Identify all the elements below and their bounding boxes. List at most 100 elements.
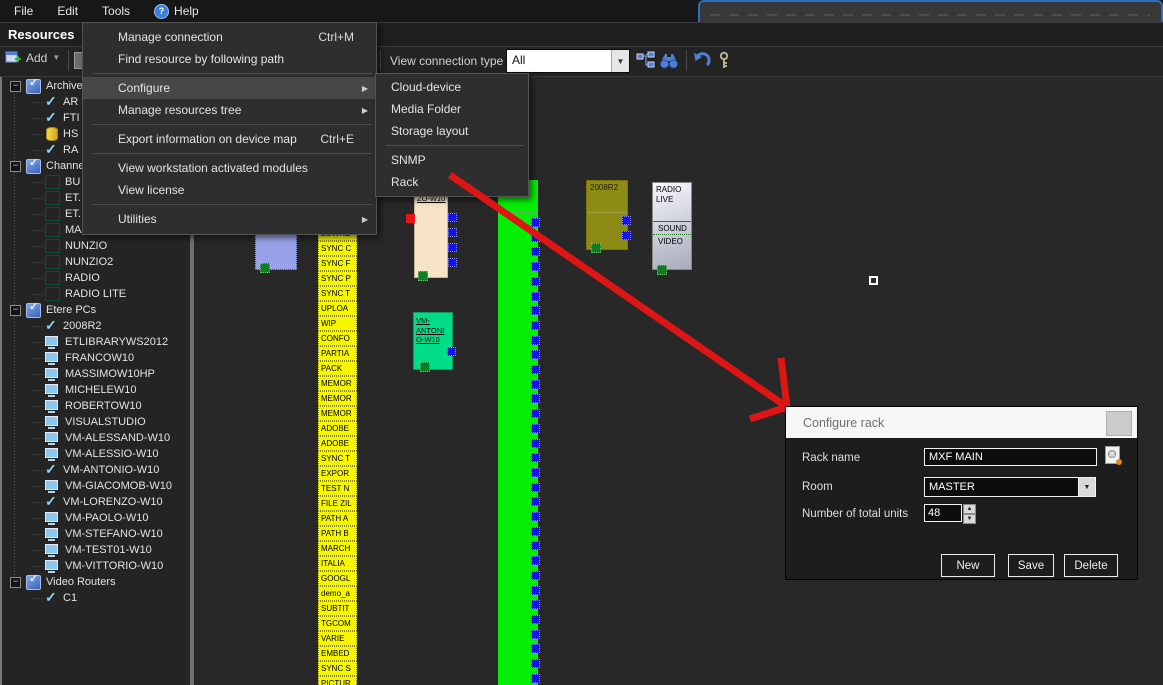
port-blue-square[interactable]	[531, 350, 540, 359]
menu-tools[interactable]: Tools	[90, 4, 142, 18]
units-stepper[interactable]: 48	[924, 504, 962, 522]
port-blue-square[interactable]	[448, 213, 457, 222]
tree-item-vm-lorenzo-w10[interactable]: VM-LORENZO-W10	[2, 494, 188, 510]
port-blue-square[interactable]	[531, 336, 540, 345]
menu-item-cloud-device[interactable]: Cloud-device	[376, 76, 528, 98]
process-box-embed[interactable]: EMBED	[318, 646, 357, 661]
add-button[interactable]: Add ▼	[5, 50, 60, 65]
room-select[interactable]: MASTER ▼	[924, 477, 1096, 497]
tree-item-vm-test01-w10[interactable]: VM-TEST01-W10	[2, 542, 188, 558]
binoculars-icon[interactable]	[659, 51, 679, 71]
save-button[interactable]: Save	[1008, 554, 1054, 577]
menu-item-configure[interactable]: Configure▶	[83, 77, 376, 99]
menu-item-find-resource-by-following-path[interactable]: Find resource by following path	[83, 48, 376, 70]
port-blue-square[interactable]	[531, 571, 540, 580]
port-blue-square[interactable]	[531, 247, 540, 256]
tree-item-vm-paolo-w10[interactable]: VM-PAOLO-W10	[2, 510, 188, 526]
tree-item-etere-pcs[interactable]: −Etere PCs	[2, 302, 188, 318]
port-blue-square[interactable]	[531, 586, 540, 595]
port-blue-square[interactable]	[448, 228, 457, 237]
process-box-path-a[interactable]: PATH A	[318, 511, 357, 526]
tree-item-video-routers[interactable]: −Video Routers	[2, 574, 188, 590]
menu-help[interactable]: ? Help	[142, 4, 211, 19]
process-box-expor[interactable]: EXPOR	[318, 466, 357, 481]
port-blue-square[interactable]	[531, 541, 540, 550]
process-box-sync-s[interactable]: SYNC S	[318, 661, 357, 676]
port-blue-square[interactable]	[531, 630, 540, 639]
expander-icon[interactable]: −	[10, 305, 21, 316]
process-box-sync-p[interactable]: SYNC P	[318, 271, 357, 286]
process-box-sync-t[interactable]: SYNC T	[318, 286, 357, 301]
process-box-subtit[interactable]: SUBTIT	[318, 601, 357, 616]
process-box-sync-c[interactable]: SYNC C	[318, 241, 357, 256]
port-blue-square[interactable]	[531, 600, 540, 609]
port-blue-square[interactable]	[531, 674, 540, 683]
process-box-wip[interactable]: WIP	[318, 316, 357, 331]
port-blue-square[interactable]	[531, 218, 540, 227]
port-blue-square[interactable]	[531, 497, 540, 506]
port-blue-square[interactable]	[448, 243, 457, 252]
port-blue-square[interactable]	[622, 231, 631, 240]
port-blue-square[interactable]	[531, 380, 540, 389]
tree-item-vm-alessand-w10[interactable]: VM-ALESSAND-W10	[2, 430, 188, 446]
tree-item-robertow10[interactable]: ROBERTOW10	[2, 398, 188, 414]
process-box-confo[interactable]: CONFO	[318, 331, 357, 346]
process-box-tgcom[interactable]: TGCOM	[318, 616, 357, 631]
process-box-uploa[interactable]: UPLOA	[318, 301, 357, 316]
tree-item-vm-stefano-w10[interactable]: VM-STEFANO-W10	[2, 526, 188, 542]
browse-icon[interactable]	[1105, 446, 1120, 464]
process-box-adobe[interactable]: ADOBE	[318, 421, 357, 436]
expander-icon[interactable]: −	[10, 161, 21, 172]
process-box-italia[interactable]: ITALIA	[318, 556, 357, 571]
tree-item-c1[interactable]: C1	[2, 590, 188, 606]
port-blue-square[interactable]	[531, 424, 540, 433]
port-blue-square[interactable]	[531, 262, 540, 271]
rack-name-input[interactable]: MXF MAIN	[924, 448, 1097, 466]
port-green-square[interactable]	[420, 362, 430, 372]
tree-item-radio[interactable]: RADIO	[2, 270, 188, 286]
process-box-sync-t[interactable]: SYNC T	[318, 451, 357, 466]
menu-item-manage-connection[interactable]: Manage connectionCtrl+M	[83, 26, 376, 48]
menu-item-view-workstation-activated-modules[interactable]: View workstation activated modules	[83, 157, 376, 179]
process-box-varie[interactable]: VARIE	[318, 631, 357, 646]
process-box-test-n[interactable]: TEST N	[318, 481, 357, 496]
tree-item-etlibraryws2012[interactable]: ETLIBRARYWS2012	[2, 334, 188, 350]
port-blue-square[interactable]	[531, 439, 540, 448]
menu-item-utilities[interactable]: Utilities▶	[83, 208, 376, 230]
port-blue-square[interactable]	[531, 306, 540, 315]
menu-item-export-information-on-device-map[interactable]: Export information on device mapCtrl+E	[83, 128, 376, 150]
menu-item-media-folder[interactable]: Media Folder	[376, 98, 528, 120]
process-box-pack[interactable]: PACK	[318, 361, 357, 376]
menu-item-view-license[interactable]: View license	[83, 179, 376, 201]
device-box-radio-live[interactable]: RADIO LIVE SOUND VIDEO	[652, 182, 692, 270]
port-blue-square[interactable]	[531, 453, 540, 462]
dialog-close-button[interactable]	[1106, 411, 1132, 436]
units-stepper-buttons[interactable]: ▲▼	[963, 504, 976, 522]
process-box-adobe[interactable]: ADOBE	[318, 436, 357, 451]
port-blue-square[interactable]	[447, 347, 456, 356]
process-box-googl[interactable]: GOOGL	[318, 571, 357, 586]
tree-item-michelew10[interactable]: MICHELEW10	[2, 382, 188, 398]
process-box-sync-f[interactable]: SYNC F	[318, 256, 357, 271]
port-blue-square[interactable]	[622, 216, 631, 225]
tree-item-vm-giacomob-w10[interactable]: VM-GIACOMOB-W10	[2, 478, 188, 494]
menu-item-rack[interactable]: Rack	[376, 171, 528, 193]
port-green-square[interactable]	[418, 271, 428, 281]
new-button[interactable]: New	[941, 554, 995, 577]
port-blue-square[interactable]	[531, 468, 540, 477]
port-green-square[interactable]	[657, 265, 667, 275]
menu-item-snmp[interactable]: SNMP	[376, 149, 528, 171]
port-blue-square[interactable]	[531, 659, 540, 668]
port-blue-square[interactable]	[531, 512, 540, 521]
tree-item-vm-antonio-w10[interactable]: VM-ANTONIO-W10	[2, 462, 188, 478]
tree-item-nunzio2[interactable]: NUNZIO2	[2, 254, 188, 270]
selection-handle[interactable]	[869, 276, 878, 285]
port-blue-square[interactable]	[531, 292, 540, 301]
port-blue-square[interactable]	[448, 258, 457, 267]
process-box-file-zil[interactable]: FILE ZIL	[318, 496, 357, 511]
port-blue-square[interactable]	[531, 527, 540, 536]
port-blue-square[interactable]	[531, 321, 540, 330]
process-box-memor[interactable]: MEMOR	[318, 406, 357, 421]
process-box-path-b[interactable]: PATH B	[318, 526, 357, 541]
expander-icon[interactable]: −	[10, 81, 21, 92]
